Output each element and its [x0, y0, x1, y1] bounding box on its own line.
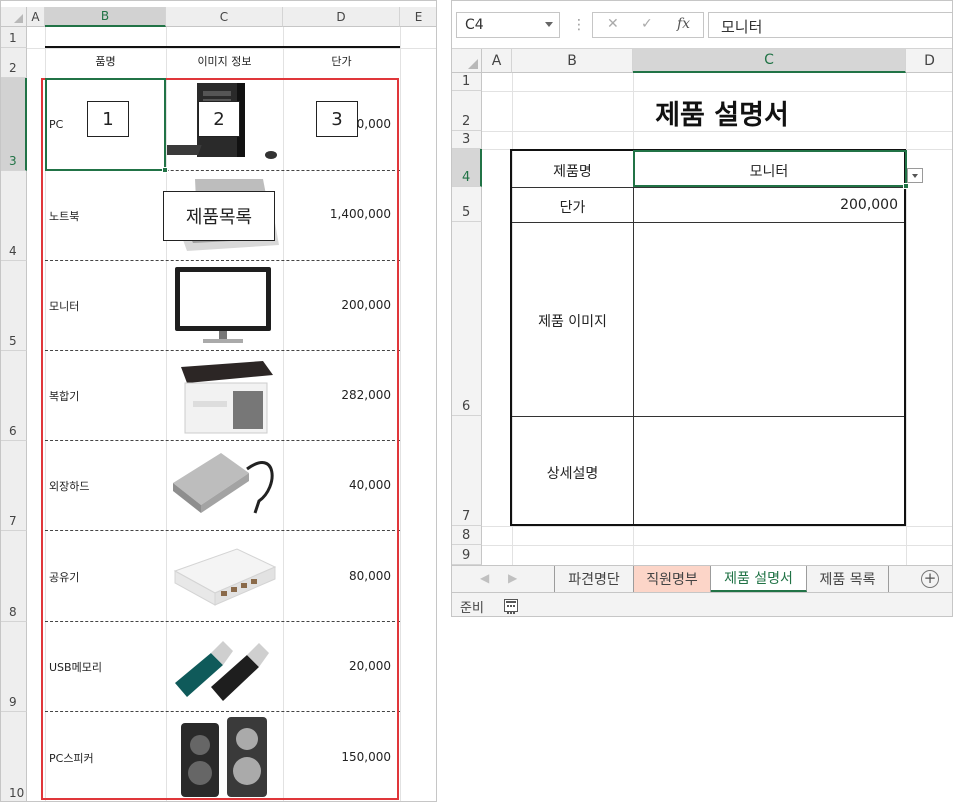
cancel-icon[interactable]: ✕: [607, 16, 619, 32]
product-name-label: 제품명: [553, 164, 592, 180]
row-header-5[interactable]: 5: [1, 261, 27, 351]
prev-sheet-icon[interactable]: ◀: [480, 571, 489, 585]
formula-bar: C4 ⋮ ✕ ✓ fx 모니터: [452, 1, 952, 49]
product-image-label: 제품 이미지: [538, 314, 607, 330]
select-all-corner[interactable]: [1, 7, 27, 27]
gridline: [906, 73, 907, 565]
gridline: [27, 48, 436, 49]
formula-bar-grip: ⋮: [572, 17, 586, 33]
row-header-8[interactable]: 8: [452, 526, 482, 545]
row-header-10[interactable]: 10: [1, 712, 27, 801]
sheet-tab-bar: ◀ ▶ 파견명단 직원명부 제품 설명서 제품 목록 +: [452, 565, 952, 593]
column-header-d[interactable]: D: [283, 7, 400, 27]
column-header-b[interactable]: B: [45, 7, 166, 27]
row-header-2[interactable]: 2: [1, 48, 27, 78]
add-sheet-icon[interactable]: +: [921, 570, 939, 588]
next-sheet-icon[interactable]: ▶: [508, 571, 517, 585]
column-header-d[interactable]: D: [906, 49, 952, 73]
product-list-range-outline: [41, 78, 399, 800]
tab-employee-roster[interactable]: 직원명부: [634, 566, 711, 592]
validation-dropdown-button[interactable]: [907, 168, 923, 183]
spec-table: 제품명 모니터 단가 200,000 제품 이미지 상세설명: [510, 149, 906, 526]
row-header-6[interactable]: 6: [1, 351, 27, 441]
row-header-9[interactable]: 9: [452, 545, 482, 565]
active-cell-c4[interactable]: [633, 150, 909, 189]
callout-3: 3: [316, 101, 358, 137]
column-header-a[interactable]: A: [27, 7, 45, 27]
header-image: 이미지 정보: [197, 55, 252, 68]
tab-product-spec[interactable]: 제품 설명서: [711, 566, 807, 592]
row-header-3[interactable]: 3: [1, 78, 27, 171]
column-header-c[interactable]: C: [633, 49, 906, 73]
row-header-4[interactable]: 4: [452, 149, 482, 187]
header-top-border: [45, 46, 400, 48]
chevron-down-icon[interactable]: [545, 22, 553, 27]
gridline: [482, 526, 952, 527]
table-divider: [512, 187, 904, 188]
name-box[interactable]: C4: [456, 12, 560, 38]
fill-handle[interactable]: [162, 167, 168, 173]
row-header-9[interactable]: 9: [1, 622, 27, 712]
row-header-4[interactable]: 4: [1, 171, 27, 261]
name-box-value: C4: [465, 17, 484, 33]
header-price: 단가: [331, 55, 352, 68]
gridline: [482, 91, 952, 92]
column-header-c[interactable]: C: [166, 7, 283, 27]
gridline: [482, 545, 952, 546]
gridline: [400, 27, 401, 801]
row-header-8[interactable]: 8: [1, 531, 27, 622]
row-header-1[interactable]: 1: [452, 73, 482, 91]
insert-function-icon[interactable]: fx: [677, 16, 690, 32]
status-ready-text: 준비: [460, 601, 484, 616]
formula-input[interactable]: 모니터: [708, 12, 952, 38]
table-divider: [512, 416, 904, 417]
tab-product-list[interactable]: 제품 목록: [807, 566, 889, 592]
row-header-6[interactable]: 6: [452, 222, 482, 416]
formula-bar-buttons: ✕ ✓ fx: [592, 12, 704, 38]
status-bar: 준비: [452, 593, 952, 616]
column-header-b[interactable]: B: [512, 49, 633, 73]
product-list-sheet-window: A B C D E 1 2 3 4 5 6 7 8 9 10 품명 이미지 정보…: [0, 0, 437, 802]
row-header-2[interactable]: 2: [452, 91, 482, 131]
chevron-down-icon: [912, 174, 918, 178]
price-value[interactable]: 200,000: [634, 197, 898, 213]
row-header-5[interactable]: 5: [452, 187, 482, 222]
range-name-callout: 제품목록: [163, 191, 275, 241]
callout-2: 2: [198, 101, 240, 137]
document-title[interactable]: 제품 설명서: [632, 93, 812, 132]
row-header-3[interactable]: 3: [452, 131, 482, 149]
fill-handle[interactable]: [903, 183, 909, 189]
tab-dispatch-list[interactable]: 파견명단: [554, 566, 634, 592]
product-spec-sheet-window: C4 ⋮ ✕ ✓ fx 모니터 A B C D 1 2 3 4 5 6 7 8 …: [451, 0, 953, 617]
row-header-1[interactable]: 1: [1, 27, 27, 48]
table-divider: [512, 222, 904, 223]
macro-record-icon[interactable]: [504, 599, 518, 614]
column-header-a[interactable]: A: [482, 49, 512, 73]
select-all-corner[interactable]: [452, 49, 482, 73]
row-header-7[interactable]: 7: [452, 416, 482, 526]
detail-label: 상세설명: [546, 466, 599, 482]
price-label: 단가: [559, 200, 586, 216]
row-header-7[interactable]: 7: [1, 441, 27, 531]
header-name: 품명: [95, 55, 116, 68]
callout-1: 1: [87, 101, 129, 137]
column-header-e[interactable]: E: [400, 7, 436, 27]
enter-icon[interactable]: ✓: [641, 16, 653, 32]
